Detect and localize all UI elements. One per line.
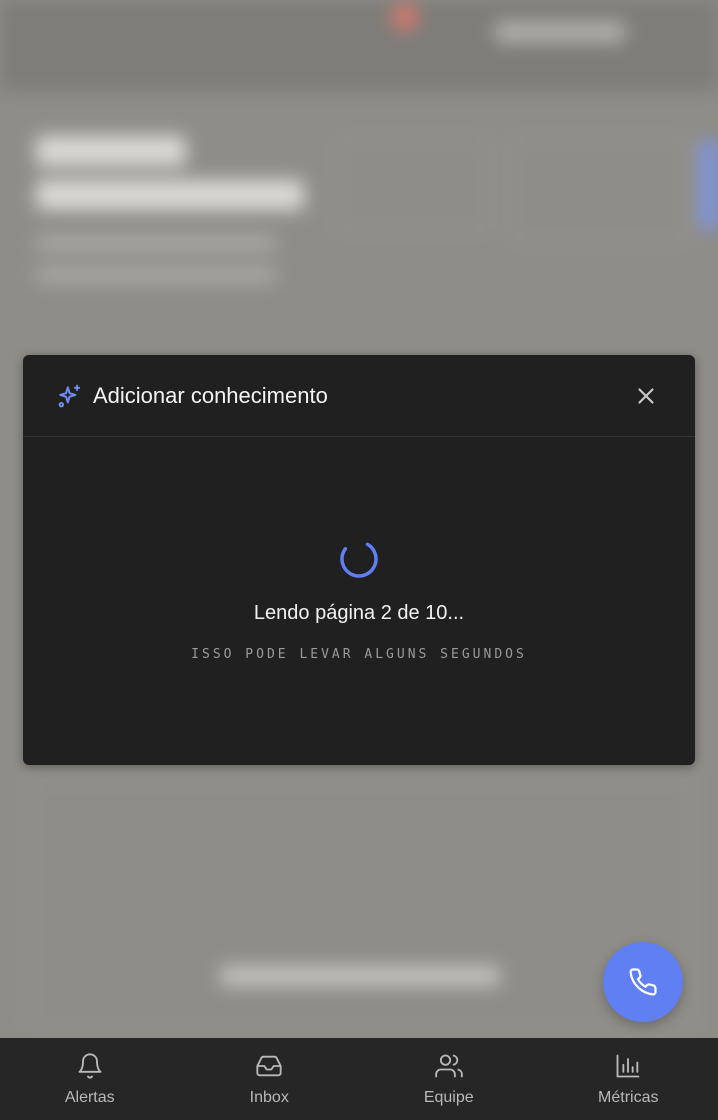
close-icon	[638, 388, 654, 404]
loading-hint-text: ISSO PODE LEVAR ALGUNS SEGUNDOS	[191, 647, 527, 662]
modal-header: Adicionar conhecimento	[23, 355, 695, 437]
loading-spinner	[340, 540, 378, 578]
bar-chart-icon	[616, 1054, 640, 1078]
nav-item-alertas[interactable]: Alertas	[0, 1038, 180, 1120]
users-icon	[434, 1054, 463, 1078]
close-button[interactable]	[633, 383, 659, 409]
background-heading-line-2	[36, 180, 304, 210]
nav-label: Alertas	[64, 1089, 115, 1106]
background-empty-state-card	[30, 780, 694, 1034]
sparkle-icon	[57, 383, 83, 409]
inbox-icon	[256, 1055, 282, 1077]
nav-label: Inbox	[249, 1089, 289, 1106]
phone-icon	[629, 968, 657, 996]
modal-title: Adicionar conhecimento	[93, 383, 328, 408]
nav-item-metricas[interactable]: Métricas	[539, 1038, 718, 1120]
call-button[interactable]	[603, 942, 683, 1022]
bell-icon	[78, 1053, 102, 1079]
background-accent-card	[700, 140, 718, 230]
background-subtext-2	[36, 268, 276, 282]
nav-item-equipe[interactable]: Equipe	[359, 1038, 539, 1120]
background-subtext-1	[36, 236, 276, 250]
nav-label: Métricas	[598, 1089, 659, 1106]
background-header-text	[495, 22, 625, 42]
background-stat-card-1	[336, 138, 490, 232]
background-heading-line-1	[36, 136, 186, 166]
add-knowledge-modal: Adicionar conhecimento Lendo página 2 de…	[23, 355, 695, 765]
background-top-bar	[0, 0, 718, 92]
background-empty-state-text	[220, 966, 500, 986]
loading-status-text: Lendo página 2 de 10...	[253, 602, 465, 624]
bottom-navigation: Alertas Inbox Equipe Métricas	[0, 1038, 718, 1120]
nav-item-inbox[interactable]: Inbox	[180, 1038, 360, 1120]
background-stat-card-2	[510, 138, 689, 242]
background-notification-dot	[392, 4, 418, 30]
nav-label: Equipe	[423, 1089, 474, 1106]
